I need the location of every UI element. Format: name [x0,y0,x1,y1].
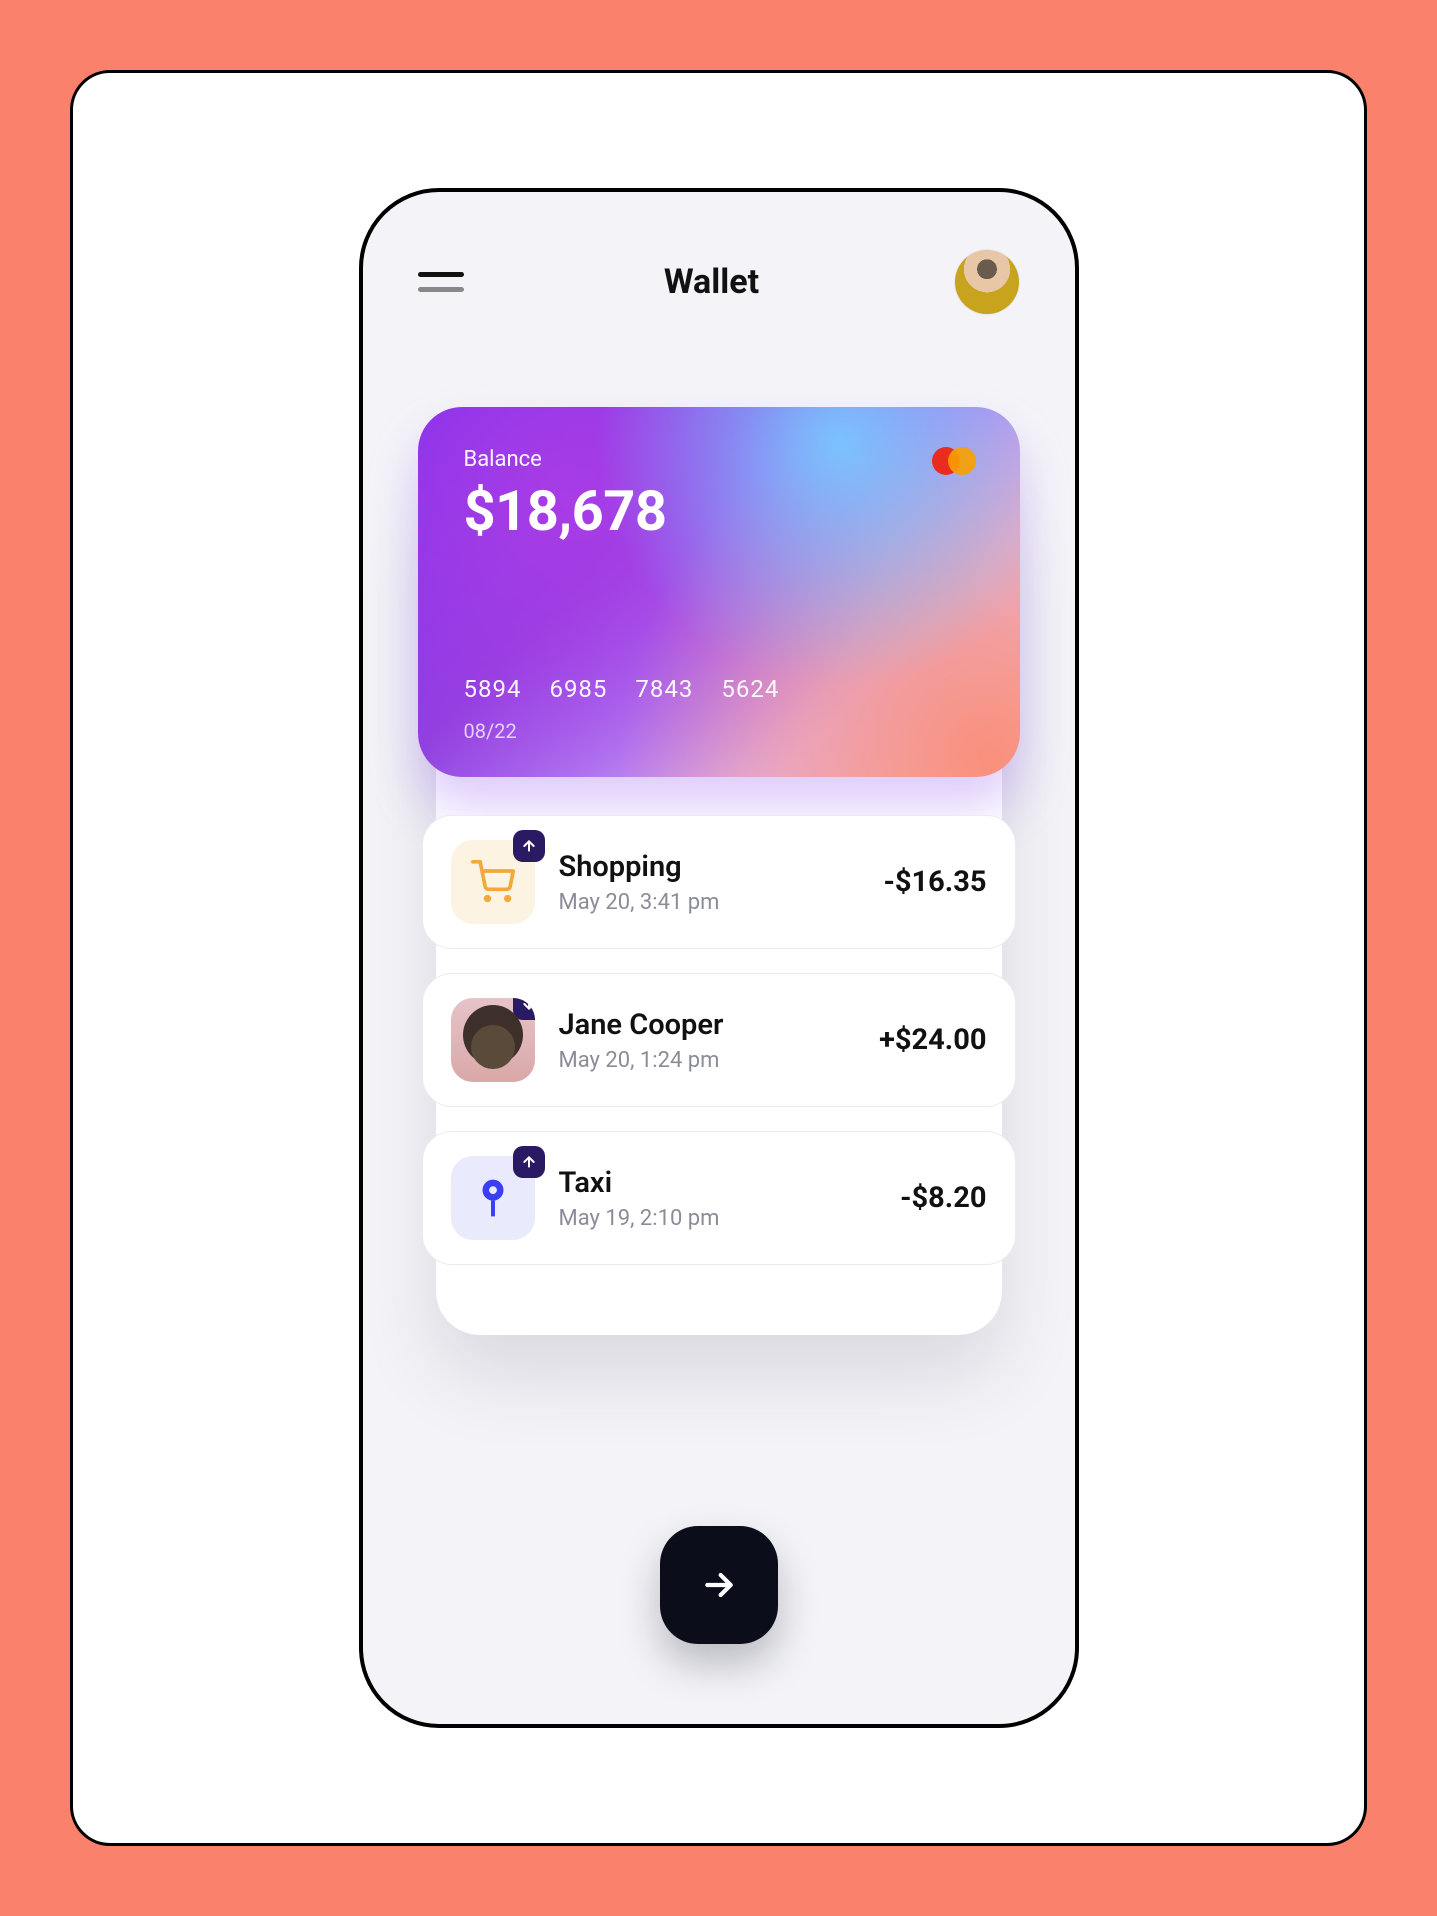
transaction-list: Shopping May 20, 3:41 pm -$16.35 [418,815,1020,1265]
arrow-down-icon [513,998,535,1020]
arrow-up-icon [513,1146,545,1178]
content-stack: Balance $18,678 5894 6985 7843 5624 08/2… [418,407,1020,1265]
card-expiry: 08/22 [464,719,517,743]
balance-card[interactable]: Balance $18,678 5894 6985 7843 5624 08/2… [418,407,1020,777]
phone-screen: Wallet Balance $18,678 5894 6985 7843 56… [359,188,1079,1728]
transaction-row[interactable]: Taxi May 19, 2:10 pm -$8.20 [422,1131,1016,1265]
pin-icon [451,1156,535,1240]
transaction-row[interactable]: Shopping May 20, 3:41 pm -$16.35 [422,815,1016,949]
transaction-row[interactable]: Jane Cooper May 20, 1:24 pm +$24.00 [422,973,1016,1107]
person-avatar-icon [451,998,535,1082]
transaction-info: Shopping May 20, 3:41 pm [559,850,860,915]
transaction-time: May 20, 3:41 pm [559,890,860,915]
transaction-title: Shopping [559,850,860,884]
transaction-info: Taxi May 19, 2:10 pm [559,1166,877,1231]
preview-frame: Wallet Balance $18,678 5894 6985 7843 56… [70,70,1367,1846]
card-number-group: 6985 [549,675,607,703]
transaction-title: Jane Cooper [559,1008,856,1042]
transaction-title: Taxi [559,1166,877,1200]
arrow-up-icon [513,830,545,862]
avatar[interactable] [955,250,1019,314]
card-number-group: 7843 [635,675,693,703]
card-number-group: 5624 [721,675,779,703]
page-title: Wallet [664,262,759,302]
transaction-time: May 20, 1:24 pm [559,1048,856,1073]
menu-button[interactable] [418,262,468,302]
balance-label: Balance [464,447,974,472]
card-number: 5894 6985 7843 5624 [464,675,780,703]
transaction-amount: +$24.00 [879,1023,986,1057]
transaction-info: Jane Cooper May 20, 1:24 pm [559,1008,856,1073]
transaction-time: May 19, 2:10 pm [559,1206,877,1231]
transaction-amount: -$16.35 [883,865,986,899]
transaction-amount: -$8.20 [900,1181,986,1215]
next-button[interactable] [660,1526,778,1644]
card-number-group: 5894 [464,675,522,703]
balance-amount: $18,678 [464,478,974,544]
header: Wallet [418,247,1020,317]
cart-icon [451,840,535,924]
